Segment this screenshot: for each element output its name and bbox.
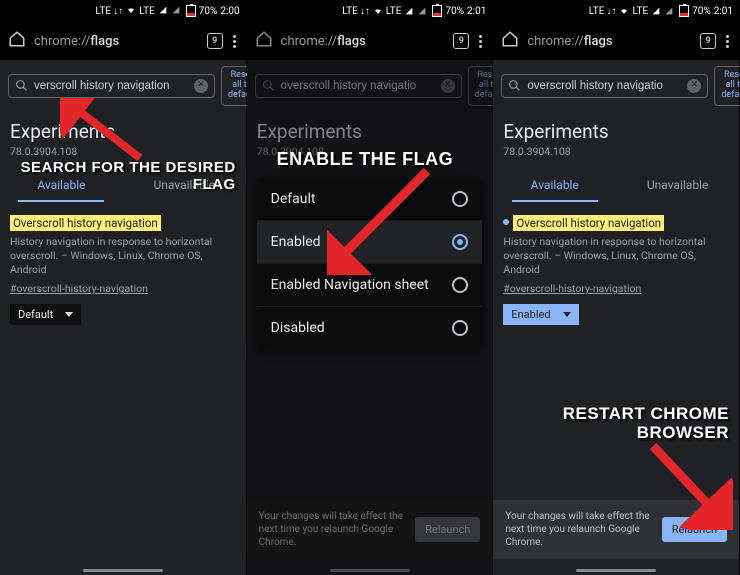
version-text: 78.0.3904.108 bbox=[493, 145, 739, 168]
search-field[interactable] bbox=[34, 80, 188, 92]
nav-pill bbox=[576, 569, 656, 572]
radio-icon bbox=[452, 320, 468, 336]
nav-pill bbox=[83, 569, 163, 572]
relaunch-button[interactable]: Relaunch bbox=[415, 517, 480, 542]
browser-toolbar: chrome://flags 9 bbox=[247, 22, 493, 60]
clear-icon[interactable]: ✕ bbox=[687, 79, 701, 93]
battery-pct: 70% bbox=[199, 6, 218, 17]
flag-title: Overscroll history navigation bbox=[513, 215, 664, 231]
page-title: Experiments bbox=[493, 106, 739, 145]
flag-link[interactable]: #overscroll-history-navigation bbox=[10, 282, 148, 295]
flag-dropdown: Default Enabled Enabled Navigation sheet… bbox=[257, 178, 483, 349]
browser-toolbar: chrome://flags 9 bbox=[0, 22, 246, 60]
relaunch-button[interactable]: Relaunch bbox=[662, 517, 727, 542]
home-icon[interactable] bbox=[8, 30, 26, 52]
menu-icon[interactable] bbox=[477, 35, 484, 48]
search-field[interactable] bbox=[281, 80, 435, 92]
flag-card: Overscroll history navigation History na… bbox=[0, 202, 246, 336]
tab-available[interactable]: Available bbox=[0, 168, 123, 202]
nav-pill bbox=[330, 569, 410, 572]
menu-icon[interactable] bbox=[724, 35, 731, 48]
lte-icon: LTE↓↑ bbox=[95, 6, 123, 17]
status-bar: LTE↓↑ LTE 70% 2:01 bbox=[247, 0, 493, 22]
search-input[interactable]: ✕ bbox=[501, 74, 708, 98]
caret-icon bbox=[563, 312, 571, 317]
url-bar[interactable]: chrome://flags bbox=[34, 34, 199, 49]
flag-select[interactable]: Default bbox=[10, 304, 81, 325]
signal2-icon bbox=[171, 6, 181, 17]
menu-icon[interactable] bbox=[231, 35, 238, 48]
clear-icon[interactable]: ✕ bbox=[194, 79, 208, 93]
home-icon[interactable] bbox=[501, 30, 519, 52]
radio-icon bbox=[452, 277, 468, 293]
search-icon bbox=[15, 79, 28, 92]
relaunch-msg: Your changes will take effect the next t… bbox=[505, 510, 653, 549]
url-bar[interactable]: chrome://flags bbox=[281, 34, 446, 49]
flag-card: Overscroll history navigation History na… bbox=[493, 202, 739, 336]
tabs-button[interactable]: 9 bbox=[700, 33, 716, 49]
flag-description: History navigation in response to horizo… bbox=[10, 235, 236, 278]
signal-icon bbox=[158, 6, 168, 17]
relaunch-msg: Your changes will take effect the next t… bbox=[259, 510, 407, 549]
option-enabled-nav-sheet[interactable]: Enabled Navigation sheet bbox=[257, 264, 483, 307]
status-bar: LTE↓↑ LTE 70% 2:00 bbox=[0, 0, 246, 22]
relaunch-bar: Your changes will take effect the next t… bbox=[247, 500, 493, 559]
clear-icon[interactable]: ✕ bbox=[441, 79, 455, 93]
tab-available[interactable]: Available bbox=[493, 168, 616, 202]
flag-select[interactable]: Enabled bbox=[503, 304, 578, 325]
radio-icon bbox=[452, 191, 468, 207]
search-input[interactable]: ✕ bbox=[8, 74, 215, 98]
search-field[interactable] bbox=[527, 80, 681, 92]
url-bar[interactable]: chrome://flags bbox=[527, 34, 692, 49]
radio-icon bbox=[452, 234, 468, 250]
version-text: 78.0.3904.108 bbox=[0, 145, 246, 168]
browser-toolbar: chrome://flags 9 bbox=[493, 22, 739, 60]
option-enabled[interactable]: Enabled bbox=[257, 221, 483, 264]
modified-indicator-icon bbox=[503, 219, 509, 225]
tabs-bar: Available Unavailable bbox=[0, 168, 246, 202]
tabs-button[interactable]: 9 bbox=[453, 33, 469, 49]
status-bar: LTE↓↑ LTE 70% 2:01 bbox=[493, 0, 739, 22]
option-disabled[interactable]: Disabled bbox=[257, 307, 483, 349]
relaunch-bar: Your changes will take effect the next t… bbox=[493, 500, 739, 559]
home-icon[interactable] bbox=[255, 30, 273, 52]
version-text: 78.0.3904.108 bbox=[247, 145, 493, 168]
tabs-button[interactable]: 9 bbox=[207, 33, 223, 49]
battery-icon bbox=[186, 5, 196, 17]
wifi-icon bbox=[126, 6, 136, 17]
search-input[interactable]: ✕ bbox=[255, 74, 462, 98]
clock: 2:00 bbox=[220, 6, 239, 17]
flag-link[interactable]: #overscroll-history-navigation bbox=[503, 282, 641, 295]
page-title: Experiments bbox=[0, 106, 246, 145]
flag-title: Overscroll history navigation bbox=[10, 215, 161, 231]
lte2-icon: LTE bbox=[139, 6, 155, 17]
tab-unavailable[interactable]: Unavailable bbox=[123, 168, 246, 202]
flag-description: History navigation in response to horizo… bbox=[503, 235, 729, 278]
page-title: Experiments bbox=[247, 106, 493, 145]
option-default[interactable]: Default bbox=[257, 178, 483, 221]
caret-icon bbox=[65, 312, 73, 317]
tab-unavailable[interactable]: Unavailable bbox=[616, 168, 739, 202]
reset-button[interactable]: Reset all to default bbox=[714, 66, 740, 106]
